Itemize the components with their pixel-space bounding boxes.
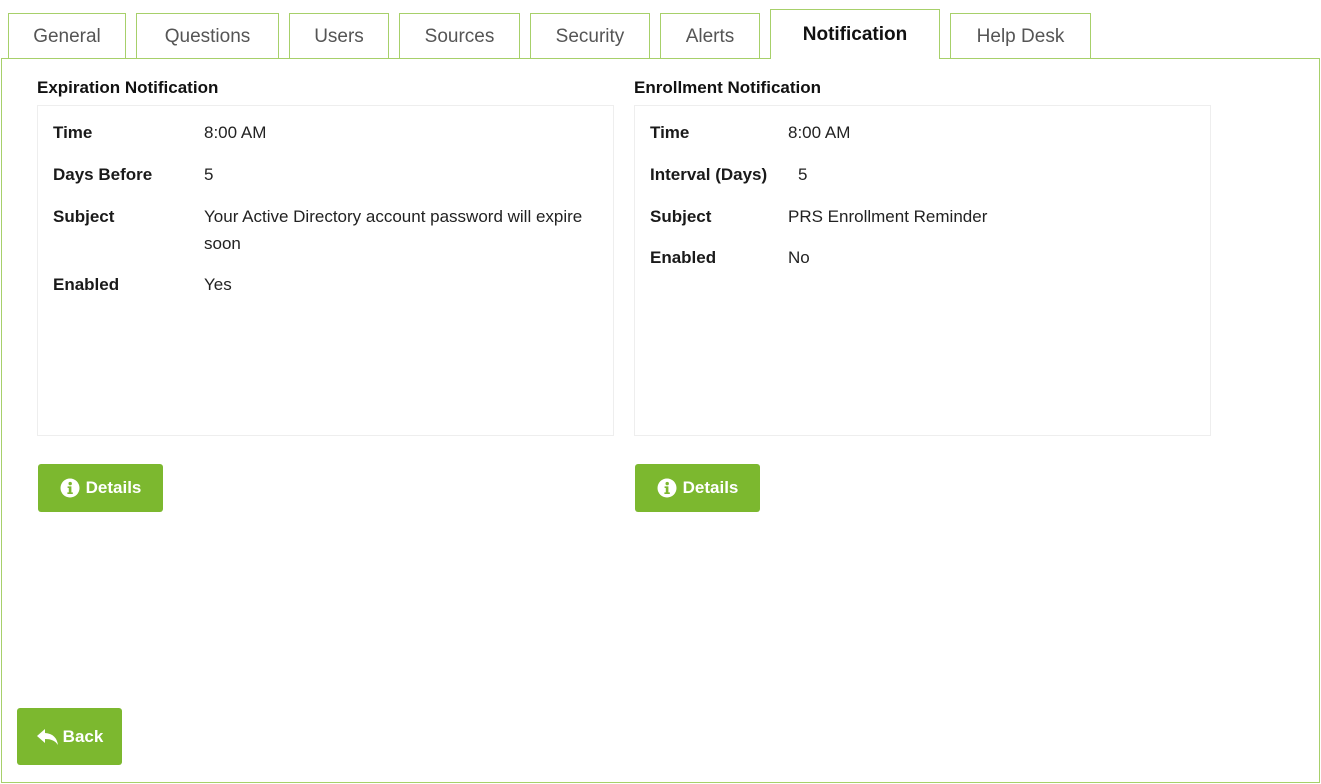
expiration-time-label: Time xyxy=(53,123,93,142)
tab-help-desk[interactable]: Help Desk xyxy=(950,13,1091,59)
expiration-details-label: Details xyxy=(85,478,142,497)
info-circle-icon xyxy=(657,478,677,498)
enrollment-time-value: 8:00 AM xyxy=(788,123,851,142)
expiration-subject-label: Subject xyxy=(53,207,115,226)
expiration-time-value: 8:00 AM xyxy=(204,123,267,142)
expiration-days-value: 5 xyxy=(204,165,214,184)
enrollment-title: Enrollment Notification xyxy=(634,78,821,97)
enrollment-interval-value: 5 xyxy=(798,165,808,184)
tab-notification[interactable]: Notification xyxy=(770,9,940,60)
notification-panel: Expiration Notification Time 8:00 AM Day… xyxy=(1,58,1320,783)
enrollment-enabled-label: Enabled xyxy=(650,248,717,267)
enrollment-subject-value: PRS Enrollment Reminder xyxy=(788,207,988,226)
enrollment-details-label: Details xyxy=(682,478,739,497)
back-button[interactable]: Back xyxy=(17,708,122,765)
expiration-subject-value: Your Active Directory account password w… xyxy=(204,207,583,253)
tab-users[interactable]: Users xyxy=(289,13,389,59)
expiration-title: Expiration Notification xyxy=(37,78,219,97)
expiration-days-label: Days Before xyxy=(53,165,153,184)
back-label: Back xyxy=(62,726,104,746)
tab-sources[interactable]: Sources xyxy=(399,13,520,59)
expiration-enabled-label: Enabled xyxy=(53,275,120,294)
tab-bar: General Questions Users Sources Security… xyxy=(8,9,1101,60)
enrollment-time-label: Time xyxy=(650,123,690,142)
enrollment-interval-label: Interval (Days) xyxy=(650,165,768,184)
reply-arrow-icon xyxy=(36,728,60,746)
enrollment-details-button[interactable]: Details xyxy=(635,464,760,512)
info-circle-icon xyxy=(60,478,80,498)
tab-general[interactable]: General xyxy=(8,13,126,59)
expiration-card: Time 8:00 AM Days Before 5 Subject Your … xyxy=(37,105,614,436)
expiration-subject-row: Subject Your Active Directory account pa… xyxy=(53,203,613,259)
tab-questions[interactable]: Questions xyxy=(136,13,279,59)
enrollment-enabled-value: No xyxy=(788,248,810,267)
enrollment-subject-label: Subject xyxy=(650,207,712,226)
tab-alerts[interactable]: Alerts xyxy=(660,13,760,59)
expiration-enabled-value: Yes xyxy=(204,275,232,294)
tab-security[interactable]: Security xyxy=(530,13,650,59)
enrollment-card: Time 8:00 AM Interval (Days) 5 Subject P… xyxy=(634,105,1211,436)
expiration-details-button[interactable]: Details xyxy=(38,464,163,512)
